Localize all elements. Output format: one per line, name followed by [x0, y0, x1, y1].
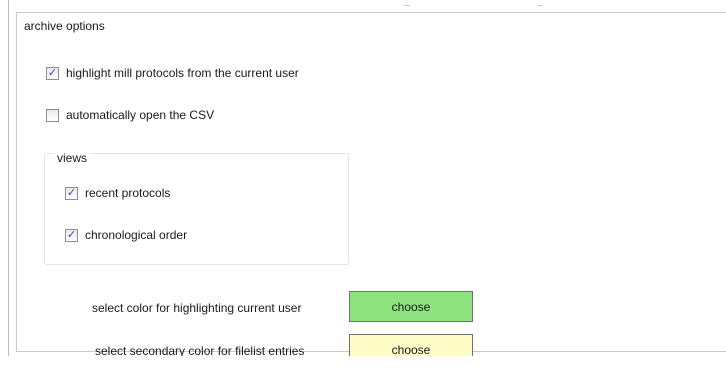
auto-open-csv-checkbox[interactable]: ✓: [46, 108, 59, 122]
views-group: [44, 153, 349, 265]
checkmark-icon: ✓: [48, 110, 57, 121]
chronological-order-checkbox-row[interactable]: ✓ chronological order: [65, 228, 187, 242]
recent-protocols-label: recent protocols: [85, 186, 171, 200]
top-edge-mark: [404, 5, 410, 6]
highlight-mill-checkbox-row[interactable]: ✓ highlight mill protocols from the curr…: [46, 66, 299, 80]
auto-open-csv-label: automatically open the CSV: [66, 108, 215, 122]
window-top-edge: [0, 0, 726, 10]
checkmark-icon: ✓: [66, 186, 77, 199]
recent-protocols-checkbox[interactable]: ✓: [65, 186, 78, 200]
auto-open-csv-checkbox-row[interactable]: ✓ automatically open the CSV: [46, 108, 214, 122]
archive-options-title: archive options: [22, 19, 107, 33]
chronological-order-label: chronological order: [85, 228, 188, 242]
recent-protocols-checkbox-row[interactable]: ✓ recent protocols: [65, 186, 170, 200]
archive-options-panel: archive options ✓ highlight mill protoco…: [0, 0, 726, 378]
left-window-frame: [8, 0, 9, 378]
bottom-edge: [0, 356, 726, 378]
checkmark-icon: ✓: [66, 228, 77, 241]
checkmark-icon: ✓: [47, 66, 58, 79]
highlight-mill-label: highlight mill protocols from the curren…: [66, 66, 299, 80]
highlight-mill-checkbox[interactable]: ✓: [46, 66, 59, 80]
chronological-order-checkbox[interactable]: ✓: [65, 228, 78, 242]
choose-highlight-color-button[interactable]: choose: [349, 291, 473, 322]
views-title: views: [54, 151, 91, 165]
highlight-color-label: select color for highlighting current us…: [92, 301, 302, 315]
top-edge-mark: [538, 5, 542, 6]
